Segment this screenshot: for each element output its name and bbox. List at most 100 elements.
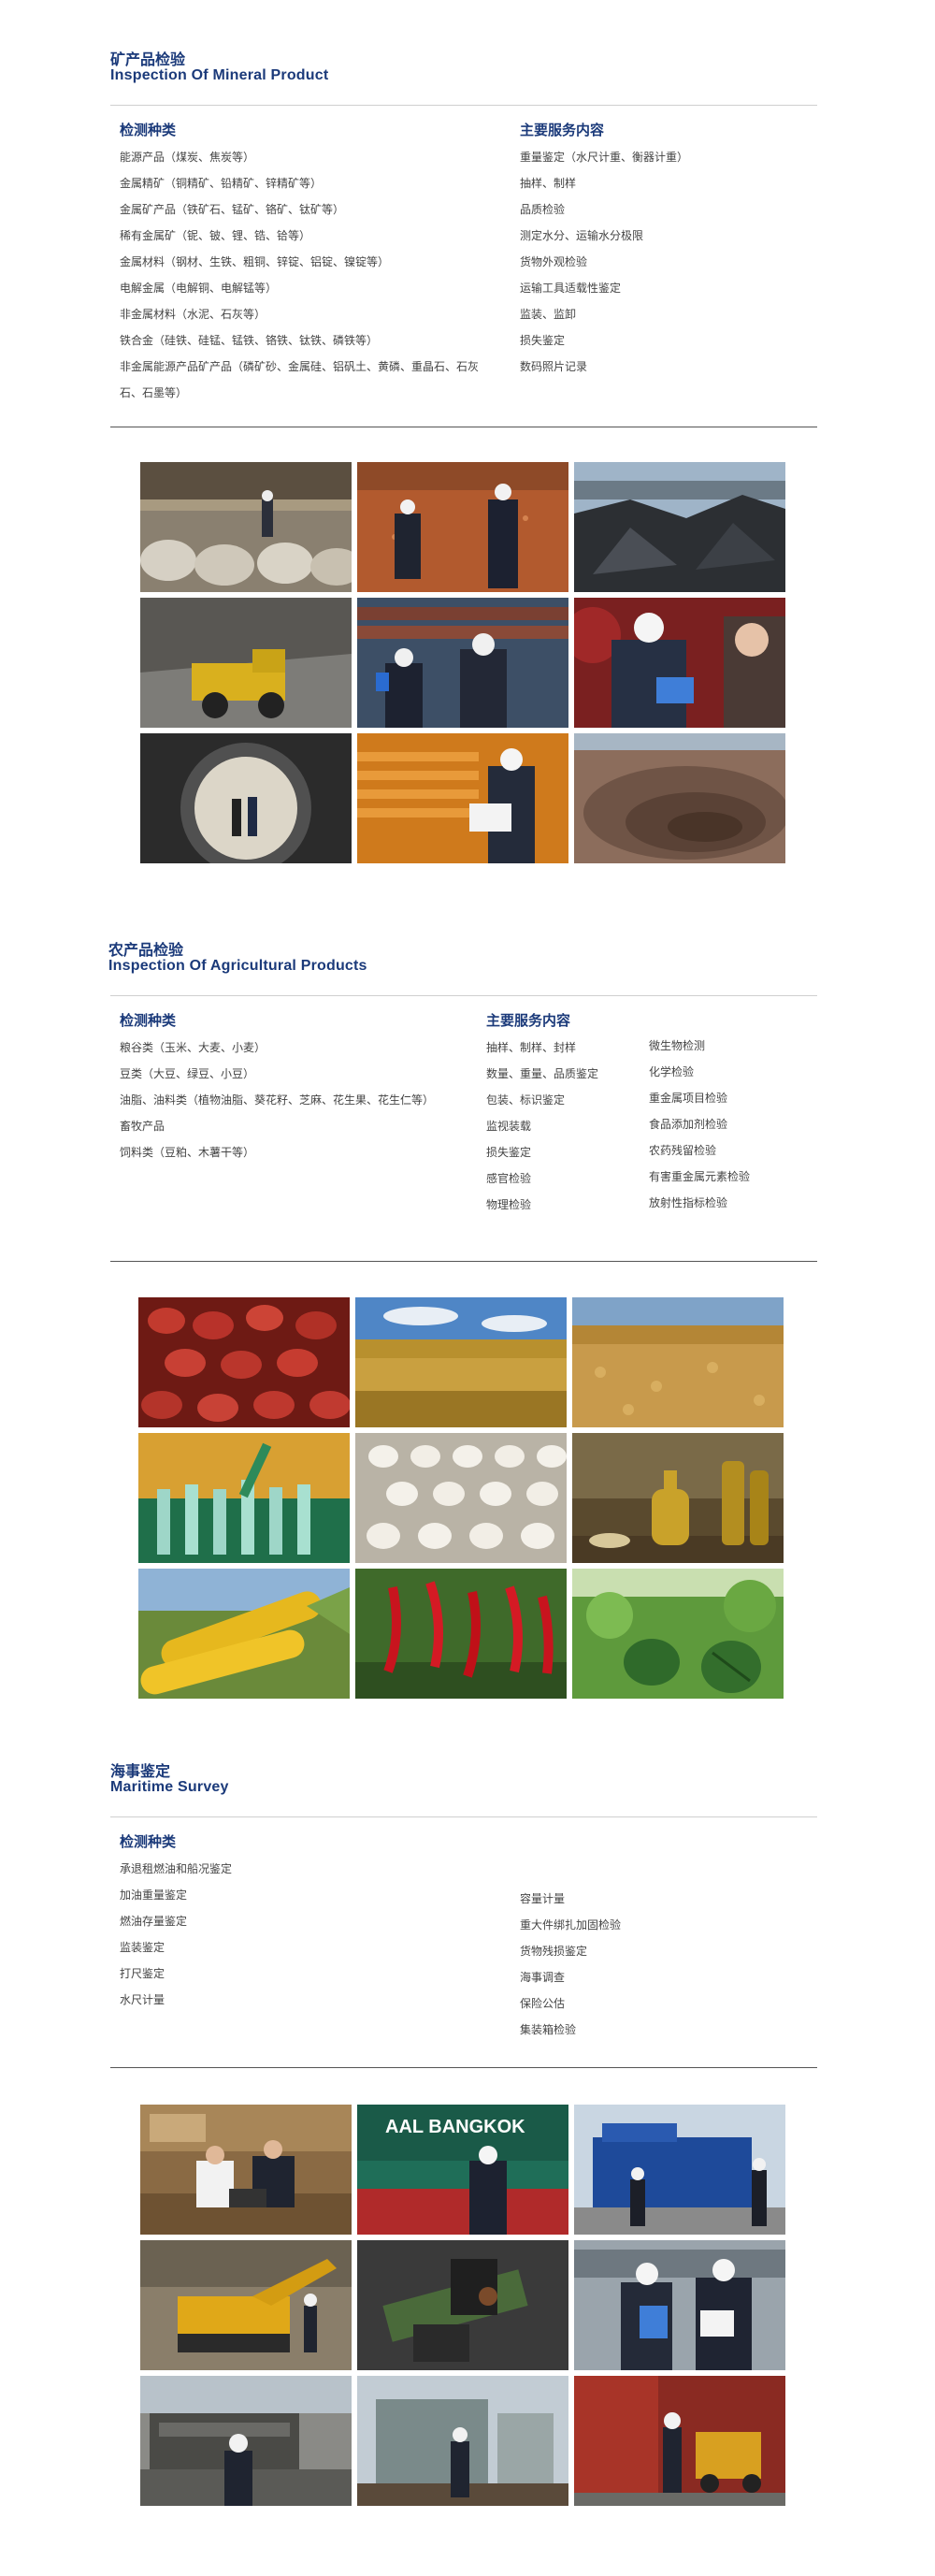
list-item: 损失鉴定 [486,1146,532,1159]
list-item: 重金属项目检验 [649,1092,728,1105]
agri-tests-list: 微生物检测 化学检验 重金属项目检验 食品添加剂检验 农药残留检验 有害重金属元… [649,1033,817,1216]
maritime-divider-bottom [110,2067,817,2068]
photo-warehouse-coils [140,462,352,592]
photo-pipe-inspection [357,598,568,728]
mineral-photo-grid [140,462,785,863]
list-item: 海事调查 [520,1971,566,1984]
agri-divider-bottom [110,1261,817,1262]
list-item: 金属矿产品（铁矿石、锰矿、铬矿、钛矿等） [120,203,345,216]
list-item: 打尺鉴定 [120,1967,165,1980]
photo-ship-hull: AAL BANGKOK [357,2105,568,2235]
photo-peanuts [138,1297,350,1427]
photo-container-forklift [574,2376,785,2506]
list-item: 粮谷类（玉米、大麦、小麦） [120,1041,266,1054]
list-item: 稀有金属矿（铌、铍、锂、锆、铪等） [120,229,311,242]
maritime-services-list: 容量计量 重大件绑扎加固检验 货物残损鉴定 海事调查 保险公估 集装箱检验 [520,1886,800,2043]
list-item: 承退租燃油和船况鉴定 [120,1862,233,1875]
photo-eggs-tray [355,1433,567,1563]
photo-coal-pile [574,462,785,592]
list-item: 燃油存量鉴定 [120,1915,188,1928]
photo-open-pit-mine [574,733,785,863]
list-item: 金属材料（钢材、生铁、粗铜、锌锭、铝锭、镍锭等） [120,255,390,268]
list-item: 容量计量 [520,1892,566,1905]
photo-ore-inspection [357,462,568,592]
photo-steel-bars [357,733,568,863]
mineral-col2-heading: 主要服务内容 [520,122,605,138]
list-item: 抽样、制样 [520,177,577,190]
list-item: 重大件绑扎加固检验 [520,1918,622,1932]
agri-section: 农产品检验 Inspection Of Agricultural Product… [0,898,935,1721]
mineral-col1-heading: 检测种类 [120,122,177,138]
list-item: 抽样、制样、封样 [486,1041,577,1054]
agri-categories-list: 粮谷类（玉米、大麦、小麦） 豆类（大豆、绿豆、小豆） 油脂、油料类（植物油脂、葵… [120,1035,475,1165]
maritime-col1-heading: 检测种类 [120,1833,177,1850]
maritime-photo-grid: AAL BANGKOK [140,2105,785,2506]
ship-name-label: AAL BANGKOK [385,2117,525,2137]
agri-title-cn: 农产品检验 [108,941,184,959]
list-item: 运输工具适载性鉴定 [520,282,622,295]
agri-col1-heading: 检测种类 [120,1012,177,1029]
list-item: 损失鉴定 [520,334,566,347]
list-item: 能源产品（煤炭、焦炭等） [120,151,255,164]
photo-olive-oil [572,1433,784,1563]
list-item: 铁合金（硅铁、硅锰、锰铁、铬铁、钛铁、磷铁等） [120,334,379,347]
list-item: 保险公估 [520,1997,566,2010]
list-item: 货物外观检验 [520,255,588,268]
list-item: 监装、监卸 [520,308,577,321]
photo-wheat-field [355,1297,567,1427]
list-item: 集装箱检验 [520,2023,577,2036]
list-item: 监装鉴定 [120,1941,165,1954]
mineral-services-list: 重量鉴定（水尺计重、衡器计重） 抽样、制样 品质检验 测定水分、运输水分极限 货… [520,144,800,380]
mineral-divider-top [110,105,817,106]
mineral-categories-list: 能源产品（煤炭、焦炭等） 金属精矿（铜精矿、铅精矿、锌精矿等） 金属矿产品（铁矿… [120,144,494,406]
list-item: 包装、标识鉴定 [486,1093,566,1107]
list-item: 油脂、油料类（植物油脂、葵花籽、芝麻、花生果、花生仁等） [120,1093,435,1107]
photo-mining-truck [140,598,352,728]
photo-cargo-lashing [357,2240,568,2370]
list-item: 豆类（大豆、绿豆、小豆） [120,1067,255,1080]
list-item: 电解金属（电解铜、电解锰等） [120,282,278,295]
list-item: 加油重量鉴定 [120,1889,188,1902]
photo-office-meeting [140,2105,352,2235]
photo-inspectors-document [574,2240,785,2370]
photo-ship-deck-hatch [140,2376,352,2506]
agri-photo-grid [138,1297,784,1699]
agri-divider-top [110,995,817,996]
agri-services-list: 抽样、制样、封样 数量、重量、品质鉴定 包装、标识鉴定 监视装载 损失鉴定 感官… [486,1035,645,1218]
mineral-section: 矿产品检验 Inspection Of Mineral Product 检测种类… [0,0,935,898]
photo-inspector-clipboard [574,598,785,728]
list-item: 食品添加剂检验 [649,1118,728,1131]
list-item: 非金属能源产品矿产品（磷矿砂、金属硅、铝矾土、黄磷、重晶石、石灰石、石墨等） [120,360,480,399]
list-item: 数量、重量、品质鉴定 [486,1067,599,1080]
maritime-title-en: Maritime Survey [110,1779,229,1795]
photo-blue-container-rig [574,2105,785,2235]
list-item: 微生物检测 [649,1039,706,1052]
photo-lab-test-tubes [138,1433,350,1563]
photo-heavy-lift-cargo [357,2376,568,2506]
list-item: 货物残损鉴定 [520,1945,588,1958]
list-item: 化学检验 [649,1065,695,1078]
maritime-title-cn: 海事鉴定 [110,1762,171,1780]
list-item: 重量鉴定（水尺计重、衡器计重） [520,151,689,164]
maritime-section: 海事鉴定 Maritime Survey 检测种类 承退租燃油和船况鉴定 加油重… [0,1721,935,2576]
list-item: 畜牧产品 [120,1120,165,1133]
photo-soybeans [572,1297,784,1427]
list-item: 农药残留检验 [649,1144,717,1157]
list-item: 饲料类（豆粕、木薯干等） [120,1146,255,1159]
list-item: 感官检验 [486,1172,532,1185]
list-item: 测定水分、运输水分极限 [520,229,644,242]
list-item: 非金属材料（水泥、石灰等） [120,308,266,321]
agri-title-en: Inspection Of Agricultural Products [108,958,367,974]
photo-corn [138,1569,350,1699]
list-item: 数码照片记录 [520,360,588,373]
mineral-title-en: Inspection Of Mineral Product [110,67,329,83]
photo-watermelon-vines [572,1569,784,1699]
list-item: 监视装载 [486,1120,532,1133]
maritime-divider-top [110,1816,817,1817]
list-item: 品质检验 [520,203,566,216]
list-item: 物理检验 [486,1198,532,1211]
photo-excavator [140,2240,352,2370]
list-item: 金属精矿（铜精矿、铅精矿、锌精矿等） [120,177,323,190]
mineral-title-cn: 矿产品检验 [110,51,186,68]
agri-col2-heading: 主要服务内容 [486,1012,571,1029]
